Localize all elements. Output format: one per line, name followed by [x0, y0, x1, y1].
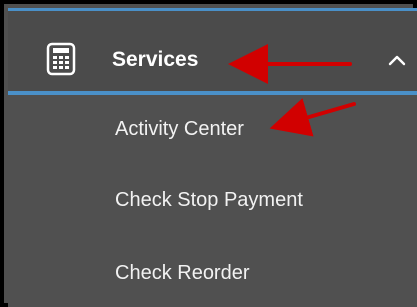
menu-item-activity-center[interactable]: Activity Center	[115, 117, 244, 141]
services-submenu: Activity Center Check Stop Payment Check…	[8, 95, 417, 307]
services-label[interactable]: Services	[112, 47, 198, 73]
chevron-up-icon[interactable]	[385, 51, 409, 69]
services-menu-header[interactable]: Services	[8, 11, 417, 94]
menu-item-check-reorder[interactable]: Check Reorder	[115, 261, 250, 285]
menu-item-check-stop-payment[interactable]: Check Stop Payment	[115, 188, 303, 212]
services-menu-panel: Services Activity Center Check Stop Paym…	[0, 0, 417, 307]
calculator-icon	[46, 42, 76, 76]
